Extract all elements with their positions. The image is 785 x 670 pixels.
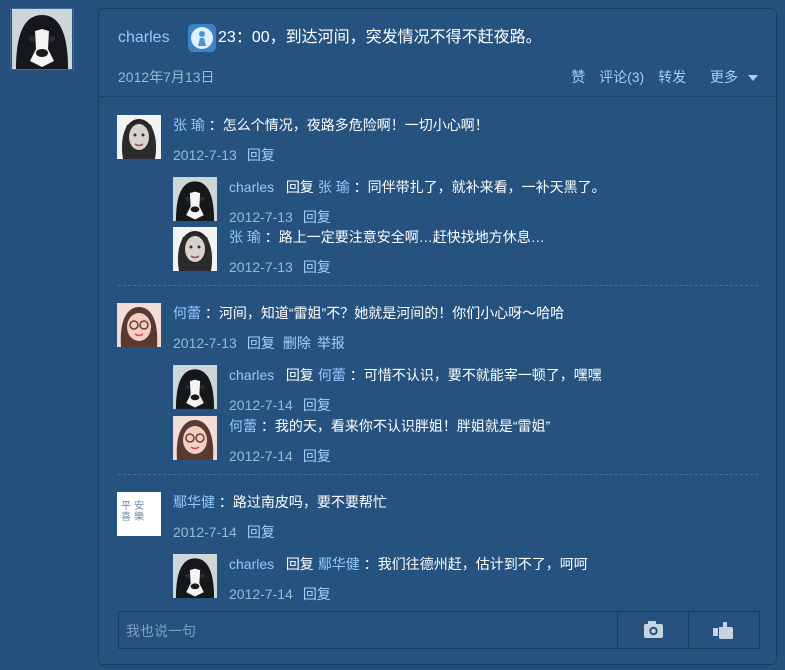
reply-avatar[interactable] [173,554,217,598]
comment-body: ：路过南皮吗，要不要帮忙 [218,494,387,510]
comment-meta: 2012-7-13 回复 删除 举报 [173,333,345,353]
reply-body: ：我的天，看来你不认识胖姐！胖姐就是“雷姐” [260,418,551,434]
post-meta: 2012年7月13日 赞 评论(3) 转发 更多 [118,67,758,87]
reply-date: 2012-7-14 [229,397,293,413]
camera-icon [644,621,663,638]
comment-date: 2012-7-14 [173,524,237,540]
delete-link[interactable]: 删除 [283,335,311,351]
post-author-name[interactable]: charles [118,29,170,46]
reply-meta: 2012-7-14 回复 [229,584,331,604]
post-card: charles 23：00，到达河间，突发情况不得不赶夜路。 2012年7月13… [98,8,777,665]
reply-author-name[interactable]: charles [229,367,274,383]
like-button[interactable]: 赞 [571,69,585,85]
reply-link[interactable]: 回复 [303,209,331,225]
reply-word: 回复 [285,556,314,572]
post-header: charles 23：00，到达河间，突发情况不得不赶夜路。 [118,23,766,53]
reply-link[interactable]: 回复 [303,259,331,275]
avatar-text: 喜 樂 [121,512,145,523]
comment-date: 2012-7-13 [173,335,237,351]
reply-date: 2012-7-13 [229,259,293,275]
reply-body: ：路上一定要注意安全啊…赶快找地方休息… [264,229,545,245]
commenter-avatar[interactable] [117,115,161,159]
reply-target-name[interactable]: 何蕾 [318,367,346,383]
commenter-avatar[interactable] [117,303,161,347]
reply-meta: 2012-7-13 回复 [229,207,331,227]
reply-avatar[interactable] [173,227,217,271]
reply-link[interactable]: 回复 [303,448,331,464]
reply-avatar[interactable] [173,416,217,460]
reply-body: ：我们往德州赶，估计到不了，呵呵 [363,556,588,572]
commenter-name[interactable]: 何蕾 [173,305,201,321]
comment-divider [118,474,758,475]
reply-date: 2012-7-14 [229,448,293,464]
reply-word: 回复 [285,367,314,383]
more-label: 更多 [710,69,738,85]
post-author-avatar[interactable] [10,8,74,70]
reply-avatar[interactable] [173,177,217,221]
reply-body: ：可惜不认识，要不就能宰一顿了，嘿嘿 [349,367,602,383]
reply-target-name[interactable]: 鄢华健 [318,556,360,572]
comment-text: 张 瑜 ：怎么个情况，夜路多危险啊！一切小心啊！ [173,115,489,135]
reply-target-name[interactable]: 张 瑜 [318,179,350,195]
reply-date: 2012-7-14 [229,586,293,602]
commenter-name[interactable]: 鄢华健 [173,494,215,510]
comment-text: 何蕾 ：河间，知道“雷姐”不？她就是河间的！你们小心呀～哈哈 [173,303,564,323]
comment-body: ：怎么个情况，夜路多危险啊！一切小心啊！ [208,117,489,133]
reply-link[interactable]: 回复 [303,586,331,602]
reply-author-name[interactable]: charles [229,556,274,572]
camera-button[interactable] [617,612,688,648]
comment-text: 鄢华健 ：路过南皮吗，要不要帮忙 [173,492,387,512]
hand-point-button[interactable] [688,612,759,648]
reply-text: charles 回复 鄢华健 ：我们往德州赶，估计到不了，呵呵 [229,554,588,574]
reply-word: 回复 [285,179,314,195]
chevron-down-icon [748,75,758,82]
reply-link[interactable]: 回复 [247,335,275,351]
post-date: 2012年7月13日 [118,69,215,85]
comment-body: ：河间，知道“雷姐”不？她就是河间的！你们小心呀～哈哈 [204,305,565,321]
reply-link[interactable]: 回复 [303,397,331,413]
comment-meta: 2012-7-13 回复 [173,145,275,165]
comment-date: 2012-7-13 [173,147,237,163]
divider [99,96,776,97]
reply-link[interactable]: 回复 [247,524,275,540]
reply-author-name[interactable]: 何蕾 [229,418,257,434]
reply-avatar[interactable] [173,365,217,409]
commenter-avatar[interactable]: 平 安 喜 樂 [117,492,161,536]
reply-meta: 2012-7-14 回复 [229,395,331,415]
reply-body: ：同伴带扎了，就补来看，一补天黑了。 [353,179,606,195]
comment-input-placeholder: 我也说一句 [126,623,196,639]
hand-point-icon [713,622,733,639]
reply-date: 2012-7-13 [229,209,293,225]
reply-meta: 2012-7-13 回复 [229,257,331,277]
reply-author-name[interactable]: charles [229,179,274,195]
reply-author-name[interactable]: 张 瑜 [229,229,261,245]
repost-button[interactable]: 转发 [658,69,686,85]
comment-meta: 2012-7-14 回复 [173,522,275,542]
more-button[interactable]: 更多 [700,69,758,85]
reply-text: 何蕾 ：我的天，看来你不认识胖姐！胖姐就是“雷姐” [229,416,550,436]
comment-divider [118,285,758,286]
report-link[interactable]: 举报 [317,335,345,351]
medal-icon[interactable] [188,23,217,52]
commenter-name[interactable]: 张 瑜 [173,117,205,133]
comment-button[interactable]: 评论(3) [599,69,644,85]
reply-text: charles 回复张 瑜 ：同伴带扎了，就补来看，一补天黑了。 [229,177,606,197]
reply-link[interactable]: 回复 [247,147,275,163]
reply-meta: 2012-7-14 回复 [229,446,331,466]
avatar-text: 平 安 [121,501,145,512]
post-content: 23：00，到达河间，突发情况不得不赶夜路。 [218,29,542,46]
comment-input[interactable]: 我也说一句 [118,611,760,649]
reply-text: charles 回复 何蕾 ：可惜不认识，要不就能宰一顿了，嘿嘿 [229,365,602,385]
reply-text: 张 瑜 ：路上一定要注意安全啊…赶快找地方休息… [229,227,545,247]
